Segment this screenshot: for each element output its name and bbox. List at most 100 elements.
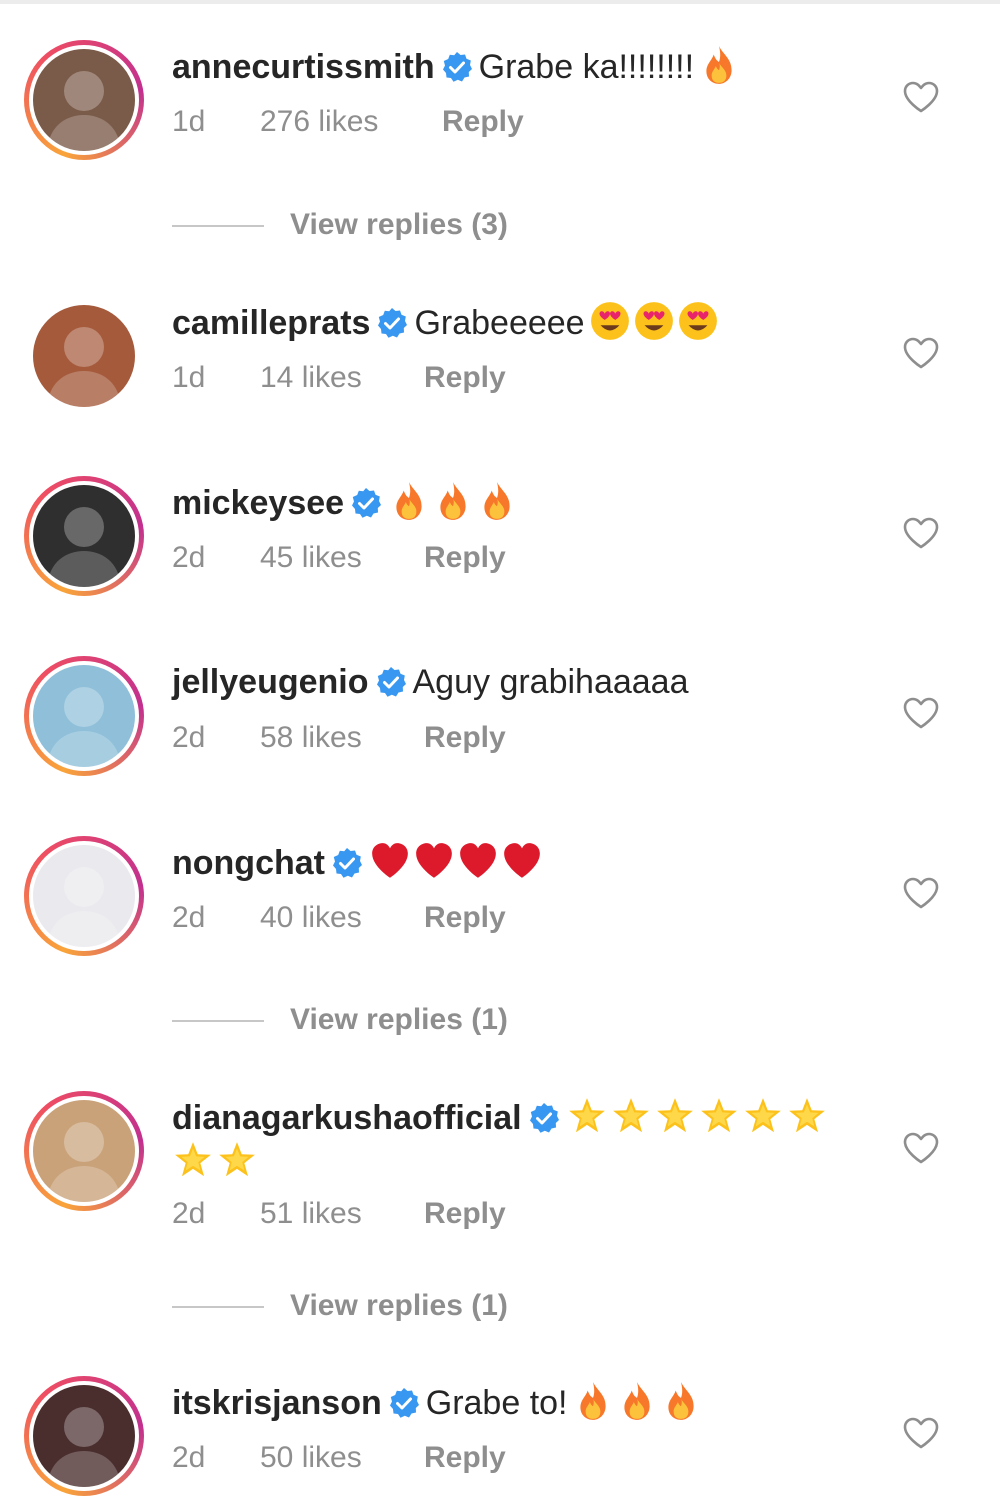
top-divider xyxy=(0,0,1000,4)
reply-button[interactable]: Reply xyxy=(442,102,524,142)
comment-meta: 2d 58 likes Reply xyxy=(172,718,506,758)
avatar-frame xyxy=(29,301,139,411)
avatar-frame xyxy=(29,1381,139,1491)
comment-body: itskrisjanson Grabe to! xyxy=(172,1380,872,1425)
star-emoji-icon xyxy=(216,1139,258,1181)
comment-body: dianagarkushaofficial xyxy=(172,1095,872,1140)
star-emoji-icon xyxy=(654,1095,696,1137)
avatar-image xyxy=(33,845,135,947)
replies-divider-line xyxy=(172,225,264,227)
avatar-frame xyxy=(29,45,139,155)
reply-button[interactable]: Reply xyxy=(424,718,506,758)
comment-timestamp: 1d xyxy=(172,105,206,138)
comment-timestamp: 2d xyxy=(172,721,206,754)
comment-timestamp: 2d xyxy=(172,1197,206,1230)
like-heart-icon[interactable] xyxy=(902,516,940,550)
fire-emoji-icon xyxy=(660,1380,702,1422)
fire-emoji-icon xyxy=(616,1380,658,1422)
avatar-image xyxy=(33,49,135,151)
reply-button[interactable]: Reply xyxy=(424,898,506,938)
red-heart-emoji-icon xyxy=(457,840,499,882)
likes-count[interactable]: 58 likes xyxy=(260,718,424,758)
like-heart-icon[interactable] xyxy=(902,336,940,370)
avatar-frame xyxy=(29,1096,139,1206)
star-emoji-icon xyxy=(742,1095,784,1137)
avatar-image xyxy=(33,665,135,767)
comment-timestamp: 1d xyxy=(172,361,206,394)
likes-count[interactable]: 51 likes xyxy=(260,1194,424,1234)
avatar[interactable] xyxy=(24,656,144,776)
comment-username[interactable]: jellyeugenio xyxy=(172,663,369,701)
comment-body: mickeysee xyxy=(172,480,872,525)
avatar[interactable] xyxy=(24,1091,144,1211)
comment-meta: 1d 14 likes Reply xyxy=(172,358,506,398)
heart-eyes-emoji-icon xyxy=(589,300,631,342)
comment-username[interactable]: mickeysee xyxy=(172,484,344,522)
reply-button[interactable]: Reply xyxy=(424,358,506,398)
comment-timestamp: 2d xyxy=(172,1441,206,1474)
fire-emoji-icon xyxy=(698,44,740,86)
red-heart-emoji-icon xyxy=(501,840,543,882)
reply-button[interactable]: Reply xyxy=(424,538,506,578)
likes-count[interactable]: 276 likes xyxy=(260,102,442,142)
likes-count[interactable]: 45 likes xyxy=(260,538,424,578)
avatar-image xyxy=(33,1100,135,1202)
view-replies-label[interactable]: View replies (1) xyxy=(290,1000,508,1040)
verified-badge-icon xyxy=(388,1387,420,1419)
verified-badge-icon xyxy=(528,1102,560,1134)
verified-badge-icon xyxy=(441,51,473,83)
verified-badge-icon xyxy=(350,487,382,519)
comment-text: Grabe to! xyxy=(425,1384,568,1422)
star-emoji-icon xyxy=(610,1095,652,1137)
comment-username[interactable]: nongchat xyxy=(172,844,325,882)
replies-divider-line xyxy=(172,1020,264,1022)
avatar-frame xyxy=(29,661,139,771)
comment-username[interactable]: itskrisjanson xyxy=(172,1384,382,1422)
like-heart-icon[interactable] xyxy=(902,80,940,114)
comment-timestamp: 2d xyxy=(172,901,206,934)
star-emoji-icon xyxy=(172,1139,214,1181)
red-heart-emoji-icon xyxy=(413,840,455,882)
reply-button[interactable]: Reply xyxy=(424,1438,506,1478)
comment-meta: 1d 276 likes Reply xyxy=(172,102,524,142)
comment-username[interactable]: annecurtissmith xyxy=(172,48,435,86)
comment-meta: 2d 40 likes Reply xyxy=(172,898,506,938)
avatar-image xyxy=(33,305,135,407)
heart-eyes-emoji-icon xyxy=(677,300,719,342)
likes-count[interactable]: 40 likes xyxy=(260,898,424,938)
replies-divider-line xyxy=(172,1306,264,1308)
comment-text: Grabeeeee xyxy=(414,304,585,342)
view-replies-label[interactable]: View replies (3) xyxy=(290,205,508,245)
star-emoji-icon xyxy=(566,1095,608,1137)
avatar[interactable] xyxy=(24,1376,144,1496)
red-heart-emoji-icon xyxy=(369,840,411,882)
avatar-frame xyxy=(29,841,139,951)
fire-emoji-icon xyxy=(432,480,474,522)
fire-emoji-icon xyxy=(572,1380,614,1422)
likes-count[interactable]: 50 likes xyxy=(260,1438,424,1478)
comment-text: Aguy grabihaaaaa xyxy=(412,663,689,701)
like-heart-icon[interactable] xyxy=(902,1416,940,1450)
avatar[interactable] xyxy=(24,296,144,416)
reply-button[interactable]: Reply xyxy=(424,1194,506,1234)
like-heart-icon[interactable] xyxy=(902,876,940,910)
like-heart-icon[interactable] xyxy=(902,696,940,730)
comment-body: annecurtissmith Grabe ka!!!!!!!! xyxy=(172,44,872,89)
avatar[interactable] xyxy=(24,836,144,956)
star-emoji-icon xyxy=(786,1095,828,1137)
view-replies-label[interactable]: View replies (1) xyxy=(290,1286,508,1326)
avatar[interactable] xyxy=(24,476,144,596)
comment-username[interactable]: camilleprats xyxy=(172,304,370,342)
avatar-image xyxy=(33,485,135,587)
avatar-frame xyxy=(29,481,139,591)
verified-badge-icon xyxy=(375,666,407,698)
like-heart-icon[interactable] xyxy=(902,1131,940,1165)
avatar[interactable] xyxy=(24,40,144,160)
comment-meta: 2d 45 likes Reply xyxy=(172,538,506,578)
comment-username[interactable]: dianagarkushaofficial xyxy=(172,1099,522,1137)
likes-count[interactable]: 14 likes xyxy=(260,358,424,398)
comment-text: Grabe ka!!!!!!!! xyxy=(478,48,695,86)
comment-body-continued xyxy=(172,1139,260,1183)
comment-body: camilleprats Grabeeeee xyxy=(172,300,872,345)
comment-timestamp: 2d xyxy=(172,541,206,574)
